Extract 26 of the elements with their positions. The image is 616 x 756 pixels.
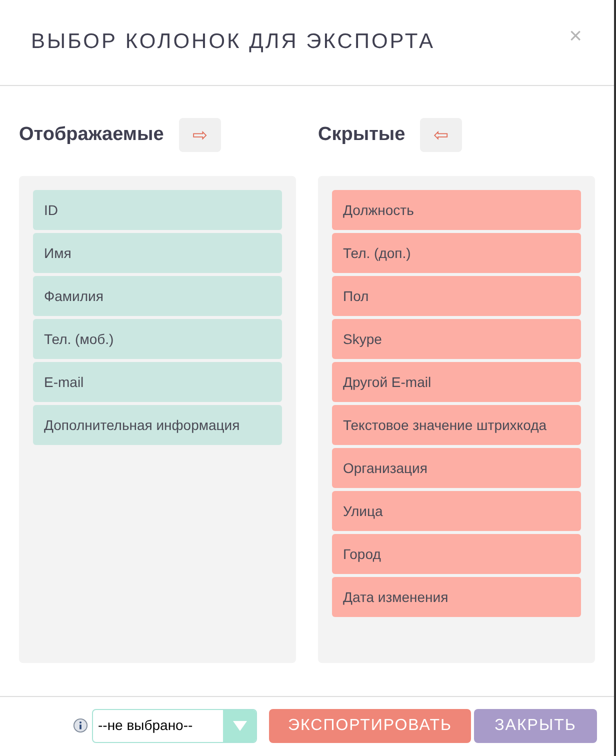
column-item[interactable]: Тел. (моб.): [33, 319, 282, 359]
move-button[interactable]: ⇦: [420, 118, 462, 152]
column-item[interactable]: Дополнительная информация: [33, 405, 282, 445]
dialog-title: ВЫБОР КОЛОНОК ДЛЯ ЭКСПОРТА: [31, 28, 435, 55]
column-item[interactable]: Фамилия: [33, 276, 282, 316]
column-item[interactable]: ID: [33, 190, 282, 230]
format-select[interactable]: --не выбрано--: [92, 708, 257, 742]
column-heading: Отображаемые: [19, 122, 164, 147]
column-item[interactable]: Дата изменения: [332, 577, 581, 617]
column-item[interactable]: Город: [332, 534, 581, 574]
column-item[interactable]: Пол: [332, 276, 581, 316]
column-item[interactable]: Улица: [332, 491, 581, 531]
column-item[interactable]: Skype: [332, 319, 581, 359]
column-item[interactable]: Тел. (доп.): [332, 233, 581, 273]
dropdown-icon: [232, 720, 246, 730]
column-item[interactable]: Организация: [332, 448, 581, 488]
column-item[interactable]: Имя: [33, 233, 282, 273]
column-item[interactable]: Должность: [332, 190, 581, 230]
column-heading: Скрытые: [318, 122, 406, 147]
export-button[interactable]: ЭКСПОРТИРОВАТЬ: [269, 708, 471, 742]
column-item[interactable]: E-mail: [33, 362, 282, 402]
move-button[interactable]: ⇨: [178, 118, 221, 152]
column-item[interactable]: Другой E-mail: [332, 362, 581, 402]
column-item[interactable]: Текстовое значение штрихкода: [332, 405, 581, 445]
close-dialog-button[interactable]: ЗАКРЫТЬ: [474, 708, 597, 742]
info-icon: [73, 718, 88, 733]
